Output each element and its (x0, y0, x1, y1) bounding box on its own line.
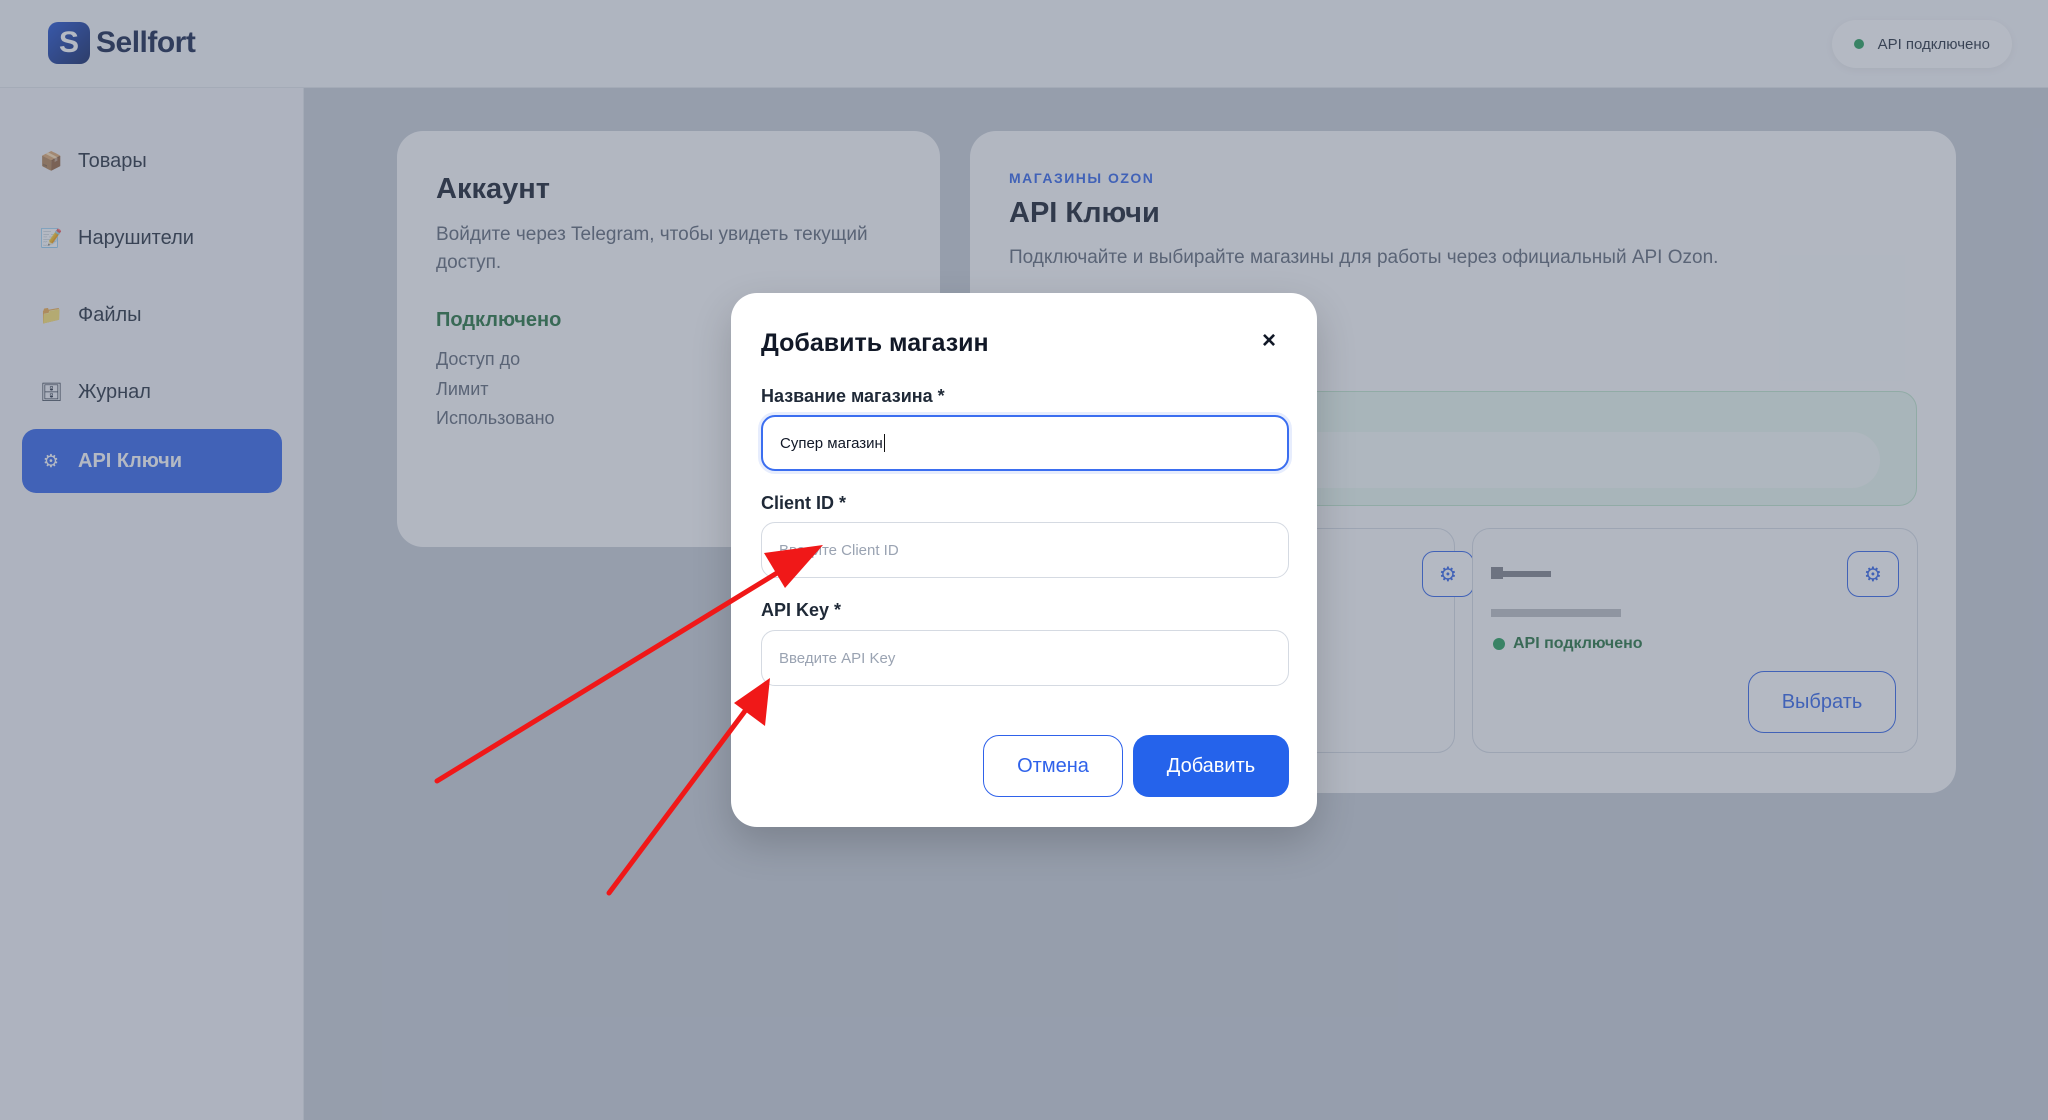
add-store-modal: Добавить магазин × Название магазина * С… (731, 293, 1317, 827)
close-icon[interactable]: × (1253, 325, 1285, 357)
client-id-placeholder: Введите Client ID (779, 541, 899, 559)
api-key-placeholder: Введите API Key (779, 649, 896, 667)
api-key-label: API Key * (761, 600, 842, 620)
api-key-input[interactable]: Введите API Key (761, 630, 1289, 686)
cancel-button[interactable]: Отмена (983, 735, 1123, 797)
store-name-label: Название магазина * (761, 386, 945, 406)
store-name-input[interactable]: Супер магазин (761, 415, 1289, 471)
add-button[interactable]: Добавить (1133, 735, 1289, 797)
store-name-value: Супер магазин (780, 434, 883, 452)
modal-title: Добавить магазин (761, 329, 989, 357)
client-id-label: Client ID * (761, 493, 847, 513)
text-caret (883, 434, 885, 452)
client-id-input[interactable]: Введите Client ID (761, 522, 1289, 578)
